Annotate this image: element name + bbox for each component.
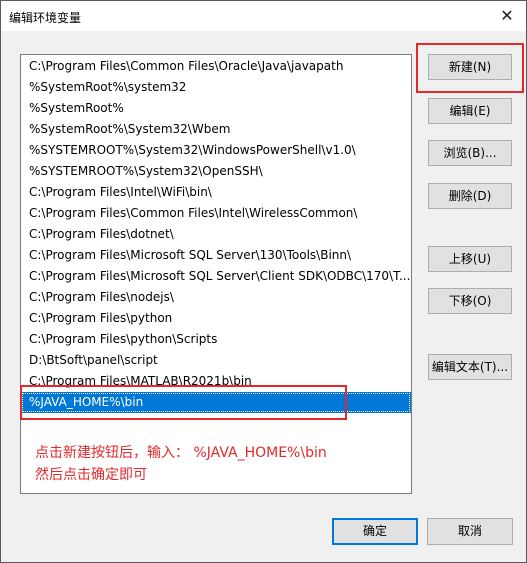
window-title: 编辑环境变量 <box>9 11 82 25</box>
path-list-item[interactable]: %SystemRoot% <box>21 98 411 119</box>
path-list-item[interactable]: C:\Program Files\Intel\WiFi\bin\ <box>21 182 411 203</box>
new-button[interactable]: 新建(N) <box>428 54 512 80</box>
path-listbox[interactable]: C:\Program Files\Common Files\Oracle\Jav… <box>20 54 412 494</box>
path-list-item[interactable]: C:\Program Files\MATLAB\R2021b\bin <box>21 371 411 392</box>
path-list-item[interactable]: %SystemRoot%\system32 <box>21 77 411 98</box>
delete-button[interactable]: 删除(D) <box>428 183 512 209</box>
path-list-item[interactable]: D:\BtSoft\panel\script <box>21 350 411 371</box>
close-icon[interactable]: ✕ <box>496 5 518 27</box>
path-list-item[interactable]: C:\Program Files\nodejs\ <box>21 287 411 308</box>
path-list-item[interactable]: C:\Program Files\Common Files\Intel\Wire… <box>21 203 411 224</box>
edit-button[interactable]: 编辑(E) <box>428 98 512 124</box>
edit-text-button[interactable]: 编辑文本(T)... <box>428 354 512 380</box>
path-list-item[interactable]: C:\Program Files\Microsoft SQL Server\13… <box>21 245 411 266</box>
cancel-button[interactable]: 取消 <box>427 518 513 545</box>
path-list-item[interactable]: %SYSTEMROOT%\System32\WindowsPowerShell\… <box>21 140 411 161</box>
path-list-item[interactable]: %SYSTEMROOT%\System32\OpenSSH\ <box>21 161 411 182</box>
annotation-line-2: 然后点击确定即可 <box>35 467 147 483</box>
edit-env-var-dialog: 编辑环境变量 ✕ C:\Program Files\Common Files\O… <box>0 0 527 563</box>
ok-button[interactable]: 确定 <box>332 518 418 545</box>
move-up-button[interactable]: 上移(U) <box>428 246 512 272</box>
path-list-item[interactable]: C:\Program Files\dotnet\ <box>21 224 411 245</box>
path-list-item[interactable]: C:\Program Files\python <box>21 308 411 329</box>
path-list-item[interactable]: C:\Program Files\Microsoft SQL Server\Cl… <box>21 266 411 287</box>
path-list-item[interactable]: C:\Program Files\python\Scripts <box>21 329 411 350</box>
path-list-item[interactable]: %JAVA_HOME%\bin <box>21 392 411 413</box>
move-down-button[interactable]: 下移(O) <box>428 288 512 314</box>
annotation-line-1: 点击新建按钮后，输入： %JAVA_HOME%\bin <box>35 445 327 461</box>
path-list-item[interactable]: C:\Program Files\Common Files\Oracle\Jav… <box>21 56 411 77</box>
title-bar: 编辑环境变量 ✕ <box>1 1 526 31</box>
path-list-item[interactable]: %SystemRoot%\System32\Wbem <box>21 119 411 140</box>
browse-button[interactable]: 浏览(B)... <box>428 140 512 166</box>
